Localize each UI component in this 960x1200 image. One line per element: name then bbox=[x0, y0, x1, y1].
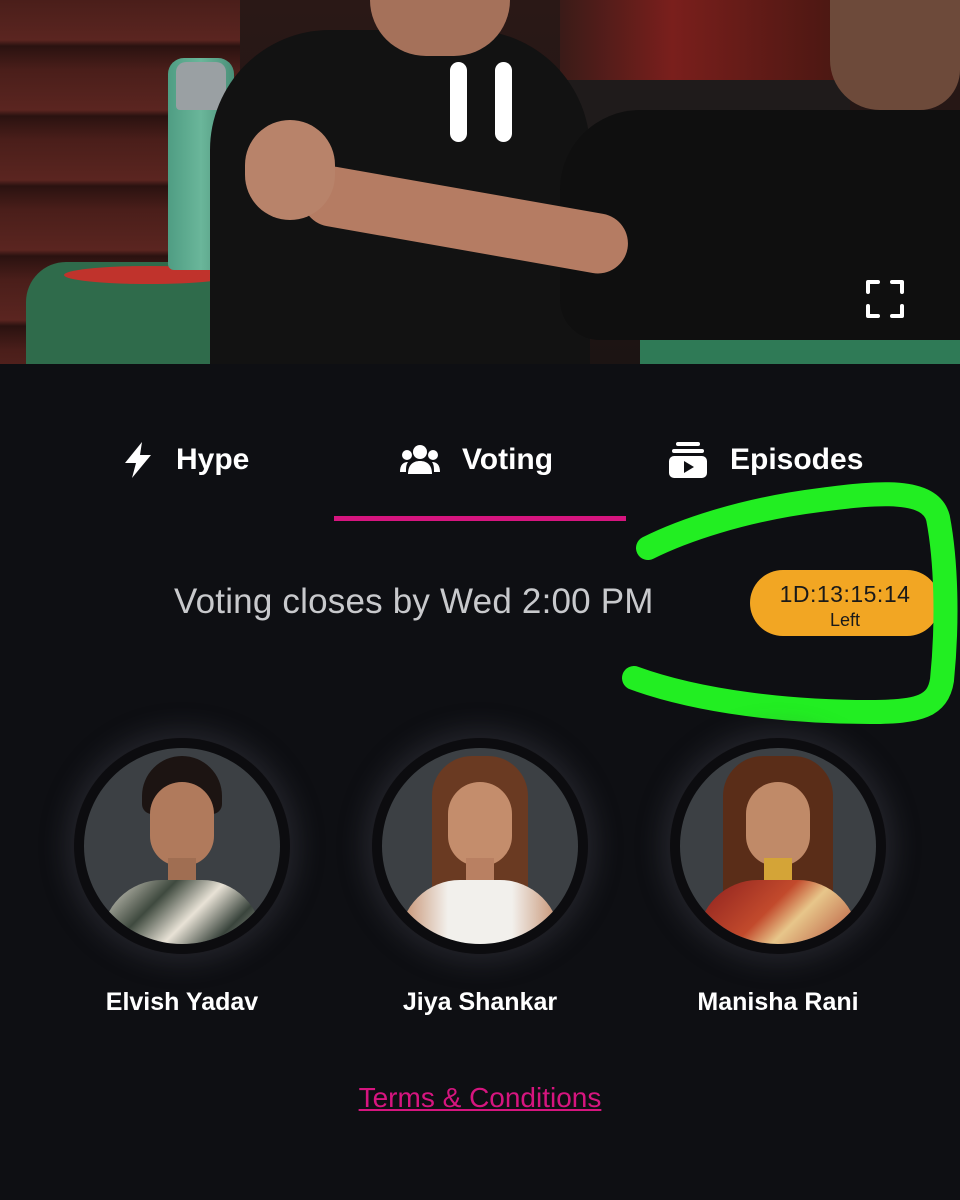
terms-link[interactable]: Terms & Conditions bbox=[359, 1082, 602, 1113]
terms-container: Terms & Conditions bbox=[0, 1082, 960, 1114]
avatar-top bbox=[400, 880, 560, 944]
active-tab-indicator bbox=[334, 516, 626, 521]
tab-hype[interactable]: Hype bbox=[122, 438, 249, 482]
countdown-badge: 1D:13:15:14 Left bbox=[750, 570, 940, 636]
episodes-icon bbox=[669, 442, 707, 478]
video-frame-hand bbox=[245, 120, 335, 220]
avatar[interactable] bbox=[680, 748, 876, 944]
users-icon bbox=[400, 445, 440, 474]
fullscreen-icon[interactable] bbox=[866, 280, 904, 318]
contestant-card[interactable]: Manisha Rani bbox=[658, 738, 898, 1017]
tab-episodes[interactable]: Episodes bbox=[668, 438, 863, 482]
avatar-outfit bbox=[698, 880, 858, 944]
contestant-name: Elvish Yadav bbox=[105, 988, 259, 1016]
contestant-card[interactable]: Elvish Yadav bbox=[62, 738, 302, 1017]
tab-bar: Hype Voting Episodes bbox=[0, 420, 960, 500]
avatar-ring bbox=[372, 738, 588, 954]
contestant-card[interactable]: Jiya Shankar bbox=[360, 738, 600, 1017]
avatar[interactable] bbox=[84, 748, 280, 944]
contestant-name: Manisha Rani bbox=[697, 988, 859, 1016]
lightning-icon bbox=[125, 442, 151, 478]
avatar[interactable] bbox=[382, 748, 578, 944]
video-player[interactable] bbox=[0, 0, 960, 364]
contestant-name: Jiya Shankar bbox=[402, 988, 558, 1016]
avatar-face bbox=[746, 782, 810, 866]
avatar-ring bbox=[670, 738, 886, 954]
avatar-ring bbox=[74, 738, 290, 954]
avatar-face bbox=[150, 782, 214, 866]
countdown-suffix: Left bbox=[829, 610, 861, 630]
tab-label: Hype bbox=[176, 443, 250, 476]
countdown-time: 1D:13:15:14 bbox=[779, 581, 911, 607]
tab-label: Voting bbox=[462, 443, 554, 476]
pause-icon[interactable] bbox=[450, 62, 512, 142]
tab-label: Episodes bbox=[730, 443, 864, 476]
avatar-shirt bbox=[102, 880, 262, 944]
avatar-face bbox=[448, 782, 512, 866]
voting-closes-text: Voting closes by Wed 2:00 PM bbox=[174, 582, 654, 621]
video-frame-face bbox=[830, 0, 960, 110]
tab-voting[interactable]: Voting bbox=[400, 438, 553, 482]
